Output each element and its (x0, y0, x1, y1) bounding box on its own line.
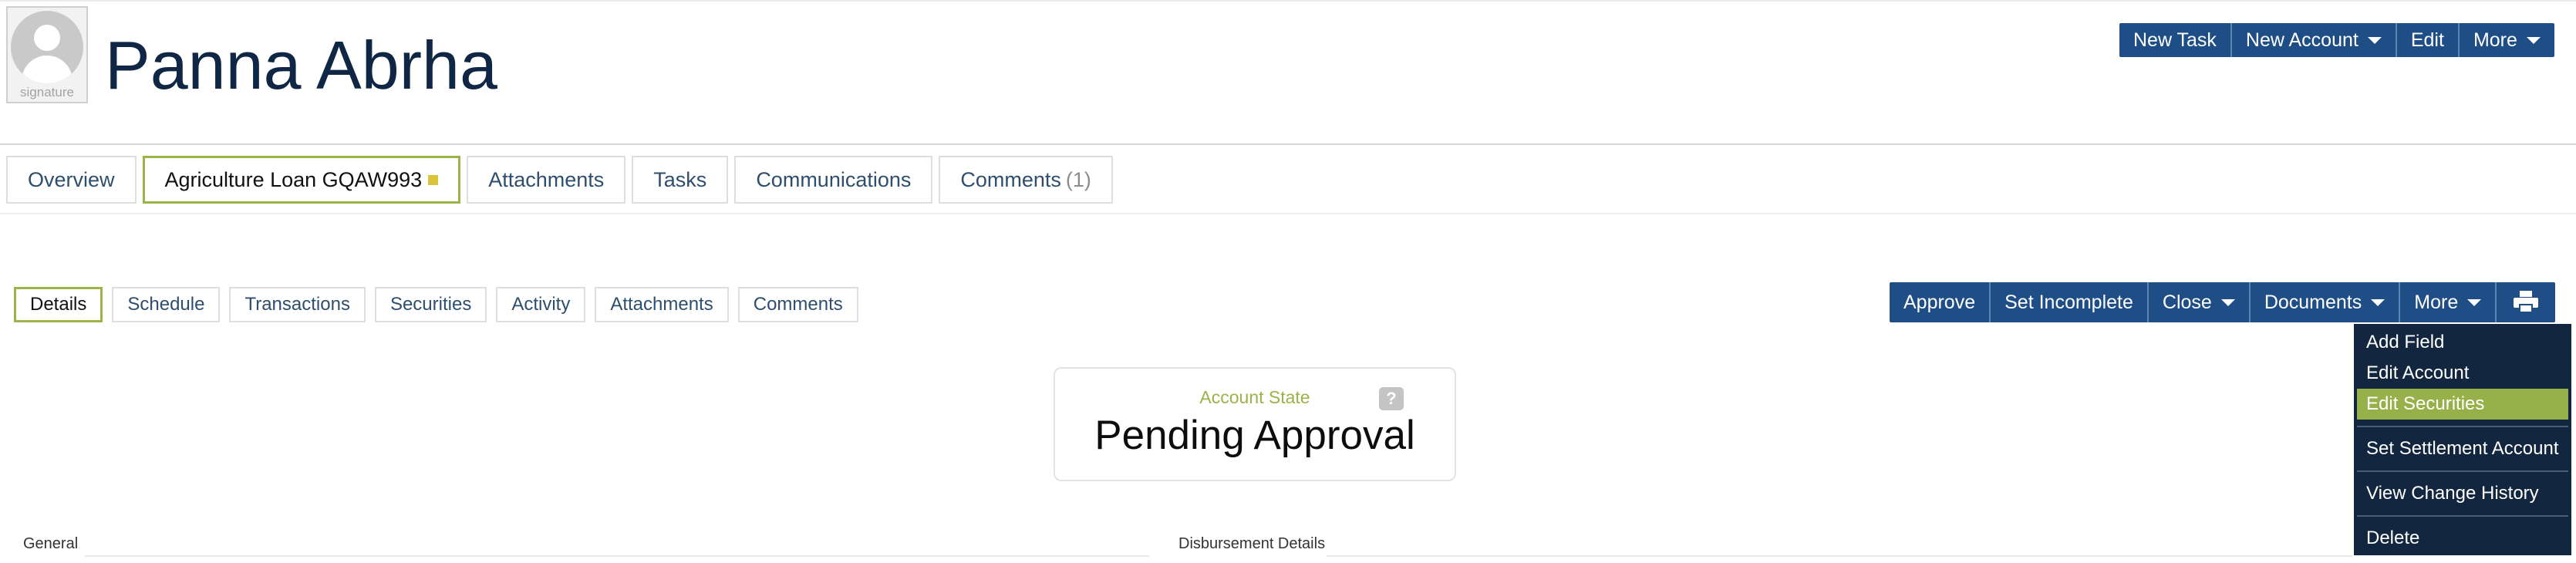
tab-tasks-label: Tasks (653, 167, 707, 191)
header-more-label: More (2473, 29, 2517, 51)
account-subtabs: Details Schedule Transactions Securities… (14, 287, 868, 322)
page-title: Panna Abrha (105, 27, 497, 103)
tab-overview-label: Overview (28, 167, 115, 191)
section-heading-general: General (23, 535, 79, 552)
header-action-bar: New Task New Account Edit More (2119, 23, 2554, 57)
subtab-schedule-label: Schedule (127, 294, 205, 315)
menu-item-view-change-history[interactable]: View Change History (2357, 478, 2568, 509)
print-icon (2514, 291, 2539, 314)
close-label: Close (2162, 291, 2212, 313)
tab-comments[interactable]: Comments (1) (939, 156, 1113, 204)
tab-attachments-label: Attachments (488, 167, 605, 191)
subtab-details[interactable]: Details (14, 287, 103, 322)
subtab-transactions[interactable]: Transactions (229, 287, 366, 322)
section-divider (1327, 555, 2352, 557)
set-incomplete-label: Set Incomplete (2004, 291, 2133, 313)
record-header: signature Panna Abrha New Task New Accou… (0, 0, 2576, 145)
documents-label: Documents (2264, 291, 2362, 313)
more-menu: Add Field Edit Account Edit Securities S… (2354, 324, 2571, 555)
documents-button[interactable]: Documents (2248, 282, 2399, 322)
menu-divider (2357, 426, 2568, 427)
account-action-bar: Approve Set Incomplete Close Documents M… (1890, 282, 2556, 322)
subtab-comments-label: Comments (753, 294, 843, 315)
subtab-securities-label: Securities (389, 294, 472, 315)
record-tabs: Overview Agriculture Loan GQAW993 Attach… (6, 156, 1119, 204)
new-task-button[interactable]: New Task (2119, 23, 2230, 57)
account-state-value: Pending Approval (1094, 413, 1415, 458)
subtab-comments[interactable]: Comments (737, 287, 858, 322)
menu-divider (2357, 515, 2568, 517)
subtab-activity-label: Activity (511, 294, 571, 315)
tabs-divider (0, 213, 2576, 214)
tab-comments-label: Comments (960, 167, 1061, 191)
account-more-button[interactable]: More (2399, 282, 2495, 322)
avatar[interactable]: signature (6, 6, 88, 103)
menu-item-edit-securities[interactable]: Edit Securities (2357, 389, 2568, 420)
subtab-details-label: Details (30, 294, 87, 315)
avatar-placeholder-icon (11, 11, 83, 83)
caret-down-icon (2220, 298, 2235, 306)
tab-tasks[interactable]: Tasks (632, 156, 729, 204)
close-button[interactable]: Close (2146, 282, 2249, 322)
tab-communications[interactable]: Communications (734, 156, 933, 204)
tab-agriculture-loan[interactable]: Agriculture Loan GQAW993 (142, 156, 461, 204)
edit-label: Edit (2410, 29, 2444, 51)
new-account-button[interactable]: New Account (2230, 23, 2396, 57)
menu-divider (2357, 470, 2568, 472)
account-more-label: More (2414, 291, 2459, 313)
edit-button[interactable]: Edit (2395, 23, 2458, 57)
header-top-line (0, 0, 2576, 2)
subtab-activity[interactable]: Activity (496, 287, 586, 322)
caret-down-icon (2467, 298, 2482, 306)
tab-agriculture-loan-label: Agriculture Loan GQAW993 (164, 167, 423, 191)
header-more-button[interactable]: More (2457, 23, 2554, 57)
account-state-card: Account State ? Pending Approval (1054, 367, 1456, 481)
set-incomplete-button[interactable]: Set Incomplete (1989, 282, 2147, 322)
new-account-label: New Account (2245, 29, 2359, 51)
subtab-schedule[interactable]: Schedule (112, 287, 221, 322)
new-task-label: New Task (2133, 29, 2217, 51)
tab-overview[interactable]: Overview (6, 156, 137, 204)
tab-communications-label: Communications (756, 167, 912, 191)
caret-down-icon (2371, 298, 2385, 306)
subtab-attachments[interactable]: Attachments (595, 287, 729, 322)
tab-status-icon (428, 174, 439, 185)
menu-item-edit-account[interactable]: Edit Account (2357, 358, 2568, 389)
comments-count-badge: (1) (1065, 167, 1091, 191)
help-icon[interactable]: ? (1379, 387, 1404, 410)
avatar-caption: signature (20, 85, 74, 99)
section-heading-disbursement: Disbursement Details (1178, 535, 1326, 552)
caret-down-icon (2367, 36, 2382, 44)
print-button[interactable] (2495, 282, 2555, 322)
menu-item-delete[interactable]: Delete (2357, 523, 2568, 554)
approve-button[interactable]: Approve (1890, 282, 1989, 322)
section-divider (85, 555, 1149, 557)
subtab-securities[interactable]: Securities (374, 287, 487, 322)
subtab-transactions-label: Transactions (244, 294, 350, 315)
menu-item-add-field[interactable]: Add Field (2357, 327, 2568, 358)
tab-attachments[interactable]: Attachments (467, 156, 626, 204)
menu-item-set-settlement-account[interactable]: Set Settlement Account (2357, 433, 2568, 464)
caret-down-icon (2526, 36, 2541, 44)
approve-label: Approve (1903, 291, 1976, 313)
subtab-attachments-label: Attachments (610, 294, 713, 315)
